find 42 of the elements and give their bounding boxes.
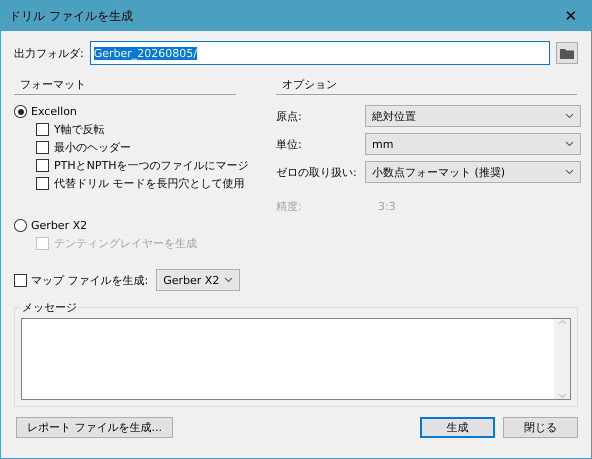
caret-icon bbox=[565, 169, 574, 175]
precision-value: 3:3 bbox=[378, 200, 396, 213]
dialog-button[interactable]: 生成 bbox=[420, 417, 495, 438]
map-format-dropdown[interactable]: Gerber X2 bbox=[156, 269, 240, 291]
radio-button[interactable] bbox=[14, 219, 27, 232]
checkbox-label: テンティングレイヤーを生成 bbox=[54, 236, 197, 251]
radio-button[interactable] bbox=[14, 105, 27, 118]
checkbox[interactable] bbox=[14, 274, 27, 286]
checkbox-label: 代替ドリル モードを長円穴として使用 bbox=[54, 176, 244, 191]
section-heading: オプション bbox=[276, 77, 577, 95]
output-folder-field[interactable]: Gerber_20260805/ bbox=[90, 41, 550, 65]
checkbox-label: 最小のヘッダー bbox=[54, 140, 131, 155]
scroll-down-icon bbox=[558, 393, 566, 399]
caret-icon bbox=[565, 141, 574, 147]
precision-label: 精度: bbox=[276, 199, 303, 214]
folder-icon bbox=[560, 48, 574, 58]
caret-icon bbox=[565, 113, 574, 119]
checkbox[interactable] bbox=[36, 141, 49, 154]
group-label: メッセージ bbox=[20, 300, 79, 315]
field-label: 単位: bbox=[276, 136, 303, 152]
field-label: 出力フォルダ: bbox=[14, 46, 84, 60]
caret-icon bbox=[224, 277, 234, 283]
dropdown[interactable]: 小数点フォーマット (推奨) bbox=[365, 161, 581, 183]
window-title: ドリル ファイルを生成 bbox=[9, 8, 133, 24]
field-label: 原点: bbox=[276, 108, 303, 124]
section-heading: フォーマット bbox=[14, 77, 236, 95]
close-button[interactable]: ✕ bbox=[551, 1, 591, 31]
checkbox[interactable] bbox=[36, 177, 49, 190]
scroll-up-icon bbox=[558, 319, 566, 325]
checkbox-label: PTHとNPTHを一つのファイルにマージ bbox=[54, 158, 248, 173]
radio-label: Excellon bbox=[31, 105, 77, 118]
radio-label: Gerber X2 bbox=[31, 219, 88, 232]
dropdown[interactable]: 絶対位置 bbox=[365, 105, 581, 127]
report-button[interactable]: レポート ファイルを生成... bbox=[16, 417, 173, 438]
folder-button[interactable] bbox=[556, 42, 578, 64]
field-label: ゼロの取り扱い: bbox=[276, 164, 357, 180]
checkbox[interactable] bbox=[36, 159, 49, 172]
checkbox-label: マップ ファイルを生成: bbox=[31, 272, 148, 288]
dialog-button[interactable]: 閉じる bbox=[503, 417, 578, 438]
dropdown[interactable]: mm bbox=[365, 133, 581, 155]
checkbox-label: Y軸で反転 bbox=[54, 122, 105, 137]
checkbox[interactable] bbox=[36, 123, 49, 136]
